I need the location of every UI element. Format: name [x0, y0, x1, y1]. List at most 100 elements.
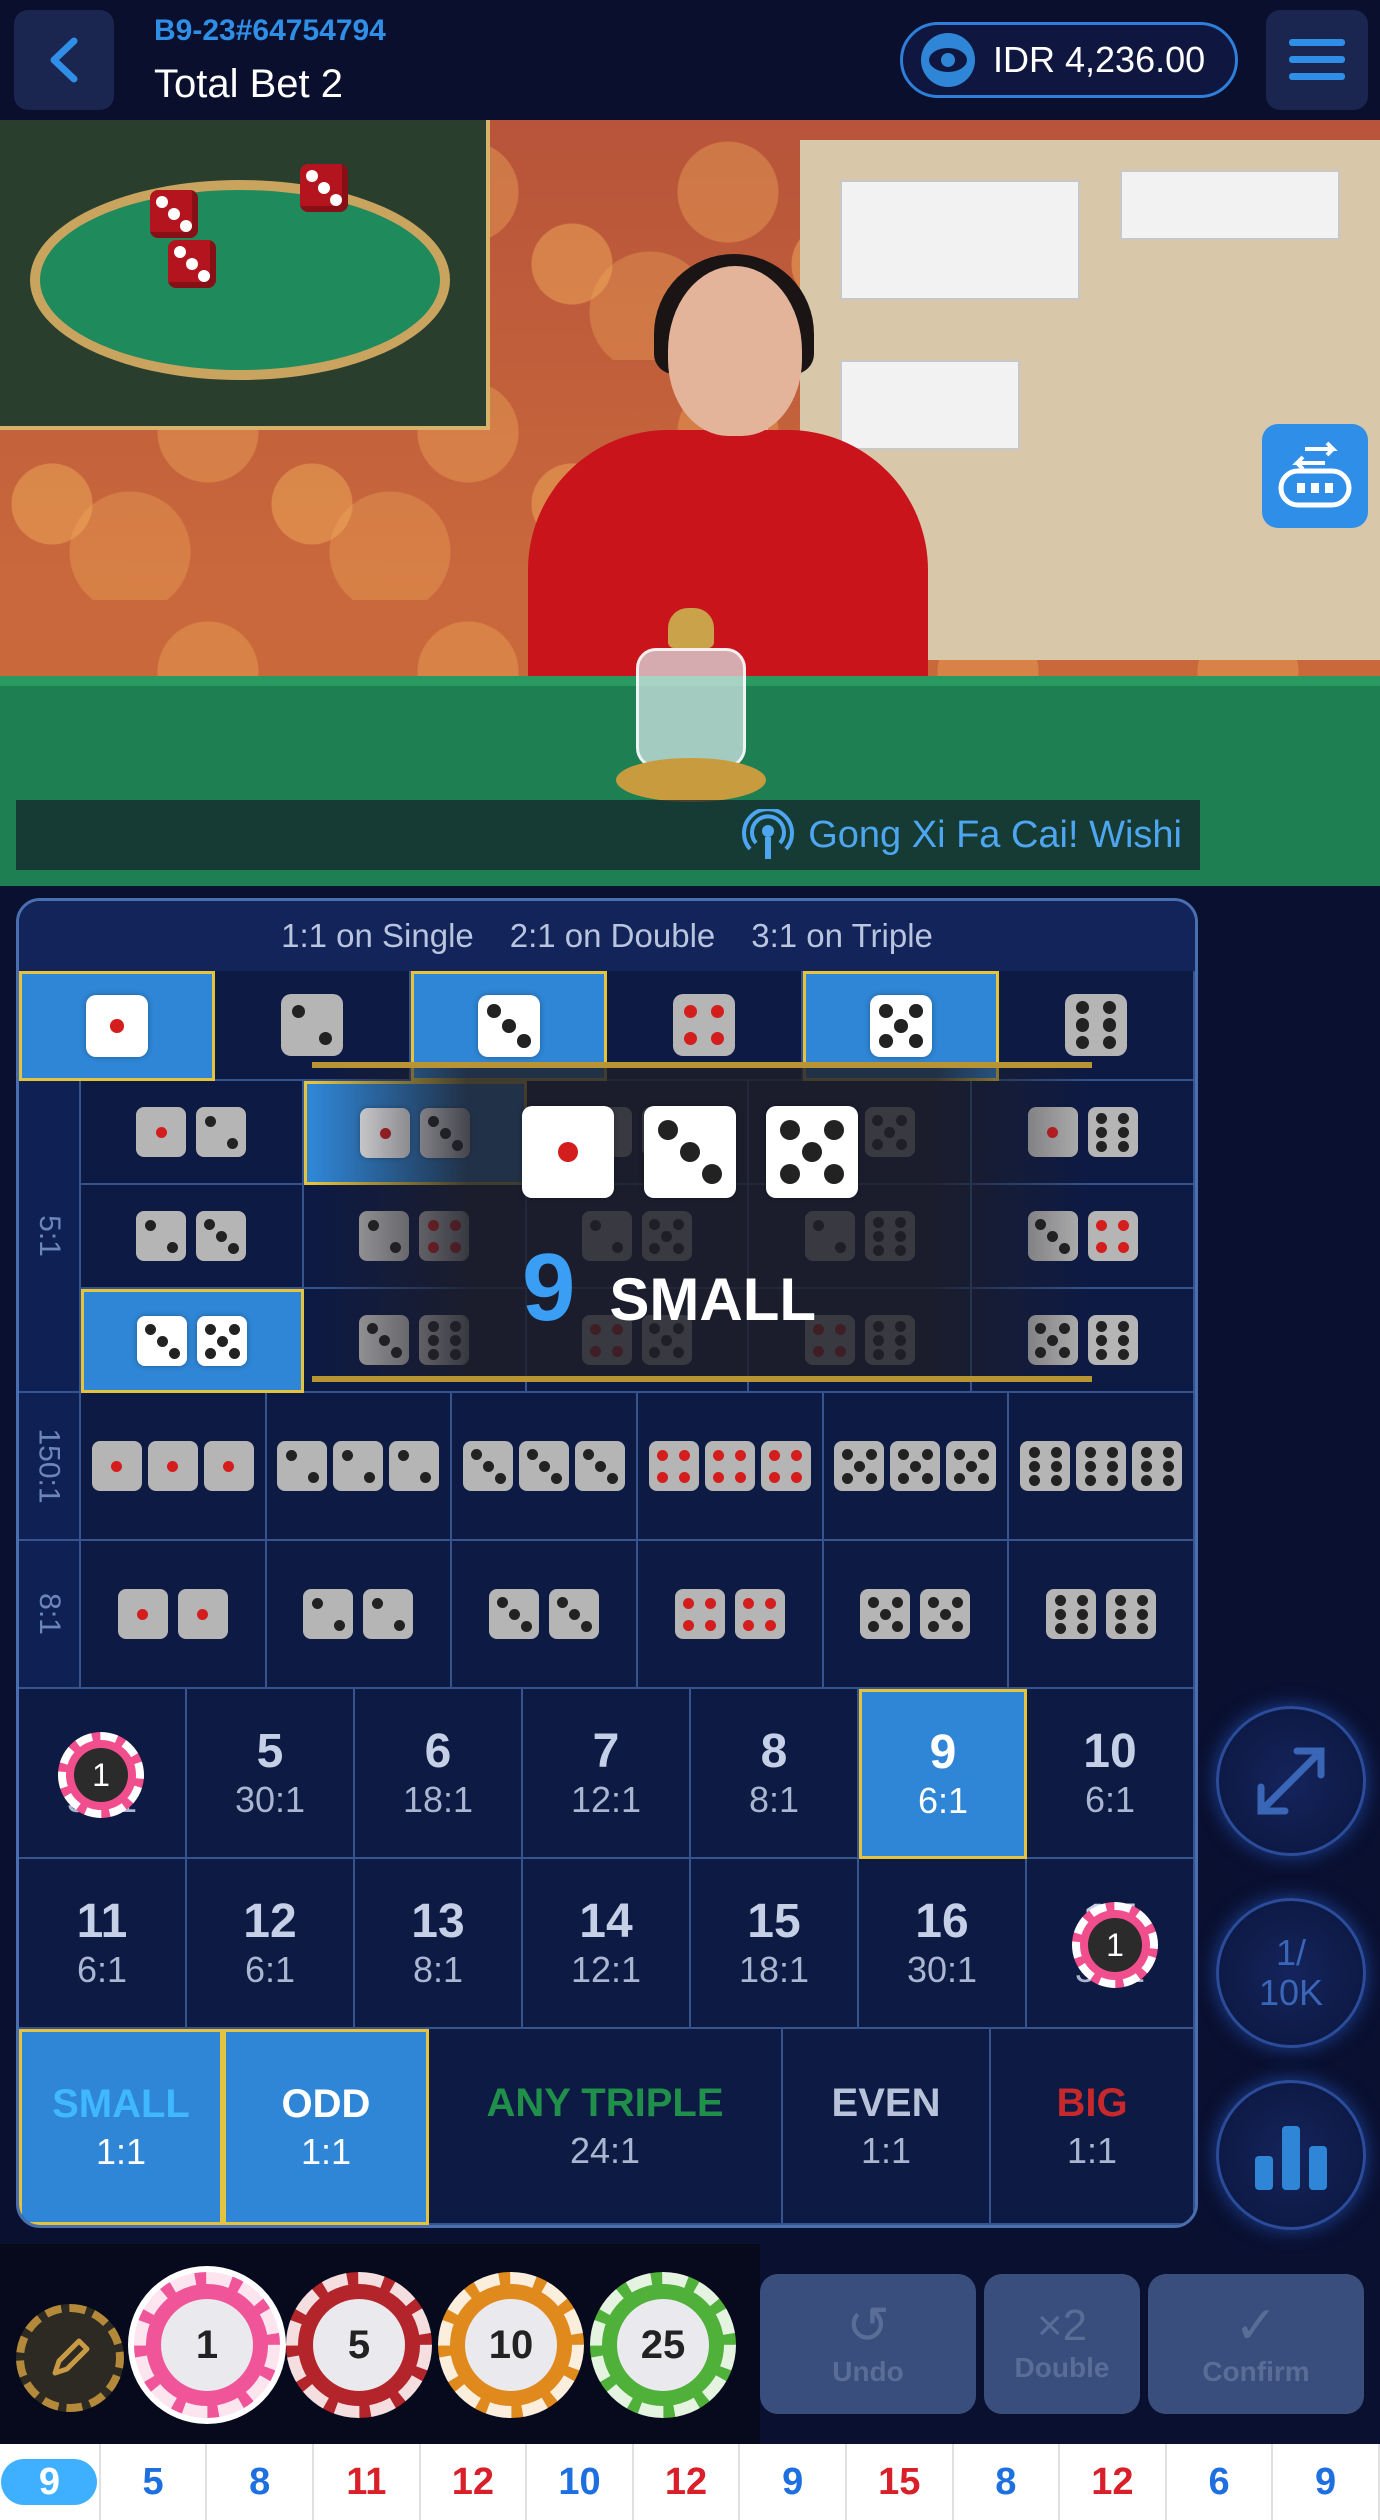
triple-bet-2[interactable]	[266, 1393, 453, 1541]
die-face-6	[864, 1211, 915, 1261]
edit-chips-button[interactable]	[16, 2304, 124, 2412]
bet-odds: 1:1	[300, 2131, 352, 2172]
confirm-button[interactable]: ✓ Confirm	[1148, 2274, 1364, 2414]
total-bet-15[interactable]: 15 18:1	[691, 1859, 859, 2029]
menu-button[interactable]	[1266, 10, 1368, 110]
triple-bet-1[interactable]	[81, 1393, 267, 1541]
double-bet-6[interactable]	[1009, 1541, 1195, 1689]
combo-bet-3-6[interactable]	[303, 1289, 527, 1393]
total-bet-7[interactable]: 7 12:1	[523, 1689, 691, 1859]
triple-bet-3[interactable]	[452, 1393, 638, 1541]
total-bet-10[interactable]: 10 6:1	[1027, 1689, 1195, 1859]
total-bet-16[interactable]: 16 30:1	[859, 1859, 1027, 2029]
die-face-6	[419, 1315, 470, 1365]
chip-5[interactable]: 5	[286, 2272, 432, 2418]
die-face-4	[419, 1211, 470, 1261]
combo-bet-3-4[interactable]	[972, 1185, 1195, 1289]
chip-1[interactable]: 1	[134, 2272, 280, 2418]
bet-board: 1:1 on Single 2:1 on Double 3:1 on Tripl…	[16, 898, 1198, 2228]
combo-bet-4-5[interactable]	[526, 1289, 750, 1393]
triple-bet-6[interactable]	[1009, 1393, 1195, 1541]
double-bet-5[interactable]	[823, 1541, 1010, 1689]
history-item: 9	[0, 2444, 101, 2520]
eye-icon[interactable]	[919, 31, 977, 89]
total-bet-5[interactable]: 5 30:1	[187, 1689, 355, 1859]
single-bet-6[interactable]	[999, 971, 1195, 1081]
balance-display[interactable]: IDR 4,236.00	[900, 22, 1238, 98]
combo-bet-2-5[interactable]	[526, 1185, 750, 1289]
combo-bet-1-6[interactable]	[972, 1081, 1195, 1185]
chip-10[interactable]: 10	[438, 2272, 584, 2418]
chevron-left-icon	[50, 37, 78, 83]
chip-25[interactable]: 25	[590, 2272, 736, 2418]
combo-bet-4-6[interactable]	[749, 1289, 973, 1393]
payout-single: 1:1 on Single	[281, 917, 474, 954]
back-button[interactable]	[14, 10, 114, 110]
total-bet-8[interactable]: 8 8:1	[691, 1689, 859, 1859]
bet-any-triple[interactable]: ANY TRIPLE 24:1	[429, 2029, 783, 2225]
single-bet-1[interactable]	[19, 971, 215, 1081]
switch-view-button[interactable]	[1262, 424, 1368, 528]
placed-chip[interactable]: 1	[1072, 1902, 1158, 1988]
total-odds: 12:1	[570, 1779, 642, 1820]
total-bet-9[interactable]: 9 6:1	[859, 1689, 1027, 1859]
die-face-2	[303, 1589, 354, 1639]
double-bet-4[interactable]	[638, 1541, 824, 1689]
single-bet-2[interactable]	[215, 971, 411, 1081]
die-face-2	[277, 1441, 328, 1491]
bet-big[interactable]: BIG 1:1	[991, 2029, 1195, 2225]
statistics-button[interactable]	[1216, 2080, 1366, 2230]
bet-small[interactable]: SMALL 1:1	[19, 2029, 223, 2225]
total-bet-6[interactable]: 6 18:1	[355, 1689, 523, 1859]
die-face-4	[1087, 1211, 1138, 1261]
die-face-4	[673, 994, 735, 1056]
triple-bet-5[interactable]	[823, 1393, 1010, 1541]
checkmark-icon: ✓	[1234, 2297, 1278, 2355]
combo-bet-1-4[interactable]	[526, 1081, 750, 1185]
combo-bet-1-3[interactable]	[303, 1081, 527, 1185]
undo-label: Undo	[832, 2356, 904, 2387]
combo-bet-1-5[interactable]	[749, 1081, 973, 1185]
die-face-5	[920, 1589, 971, 1639]
die-face-6	[1020, 1441, 1071, 1491]
undo-button[interactable]: ↺ Undo	[760, 2274, 976, 2414]
die-face-3	[549, 1589, 600, 1639]
hamburger-icon	[1289, 39, 1345, 80]
single-bet-5[interactable]	[803, 971, 999, 1081]
bar-chart-icon	[1255, 2126, 1327, 2190]
bet-even[interactable]: EVEN 1:1	[783, 2029, 991, 2225]
die-face-4	[641, 1107, 692, 1157]
total-bet-13[interactable]: 13 8:1	[355, 1859, 523, 2029]
total-number: 11	[76, 1895, 128, 1948]
live-video: Gong Xi Fa Cai! Wishi	[0, 120, 1380, 886]
die-face-3	[359, 1315, 410, 1365]
combo-bet-5-6[interactable]	[972, 1289, 1195, 1393]
total-number: 9	[929, 1726, 957, 1779]
history-item: 12	[1060, 2444, 1167, 2520]
fullscreen-button[interactable]	[1216, 1706, 1366, 1856]
bet-odd[interactable]: ODD 1:1	[223, 2029, 429, 2225]
single-bet-3[interactable]	[411, 971, 607, 1081]
die-face-5	[946, 1441, 997, 1491]
combo-bet-2-3[interactable]	[81, 1185, 304, 1289]
double-icon: ×2	[1036, 2301, 1088, 2350]
combo-bet-2-6[interactable]	[749, 1185, 973, 1289]
placed-chip[interactable]: 1	[58, 1732, 144, 1818]
die-face-3	[575, 1441, 626, 1491]
total-bet-14[interactable]: 14 12:1	[523, 1859, 691, 2029]
single-bet-4[interactable]	[607, 971, 803, 1081]
double-bet-2[interactable]	[266, 1541, 453, 1689]
combo-bet-3-5[interactable]	[81, 1289, 304, 1393]
total-bet-12[interactable]: 12 6:1	[187, 1859, 355, 2029]
triple-bet-4[interactable]	[638, 1393, 824, 1541]
combo-bet-2-4[interactable]	[303, 1185, 527, 1289]
double-bet-3[interactable]	[452, 1541, 638, 1689]
double-bet-1[interactable]	[81, 1541, 267, 1689]
bet-limit-button[interactable]: 1/ 10K	[1216, 1898, 1366, 2048]
double-button[interactable]: ×2 Double	[984, 2274, 1140, 2414]
total-odds: 6:1	[244, 1949, 296, 1990]
total-bet-11[interactable]: 11 6:1	[19, 1859, 187, 2029]
combo-bet-1-2[interactable]	[81, 1081, 304, 1185]
history-latest: 9	[1, 2459, 98, 2505]
die-face-5	[641, 1315, 692, 1365]
